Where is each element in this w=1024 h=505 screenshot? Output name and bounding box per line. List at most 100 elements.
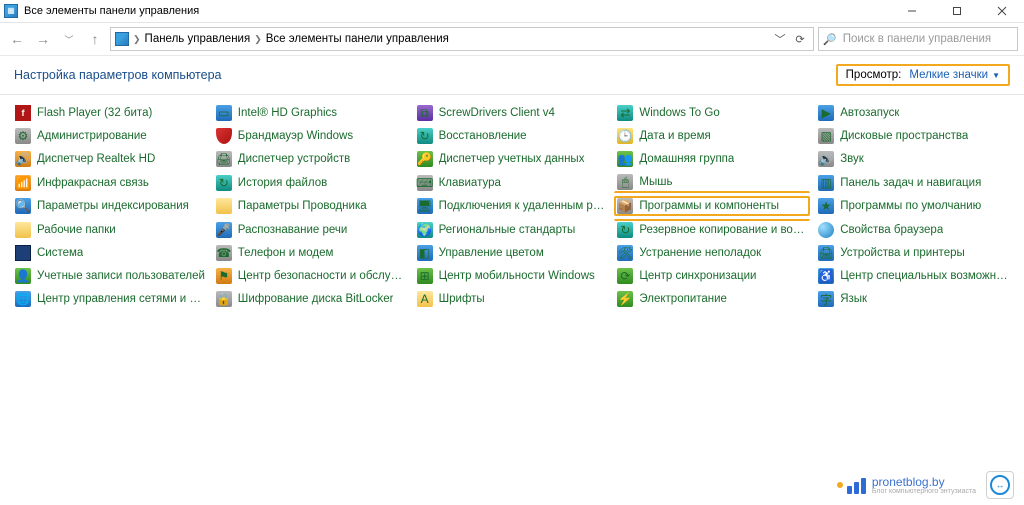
control-panel-item[interactable]: ⚙ Администрирование xyxy=(12,126,208,146)
control-panel-item[interactable]: fFlash Player (32 бита) xyxy=(12,103,208,123)
window-title: Все элементы панели управления xyxy=(24,5,199,17)
view-value[interactable]: Мелкие значки ▼ xyxy=(909,69,1000,81)
maximize-button[interactable] xyxy=(934,0,979,22)
control-panel-item[interactable]: 字Язык xyxy=(815,289,1011,309)
control-panel-item[interactable]: ↻Резервное копирование и восстан... xyxy=(614,219,810,240)
control-panel-item[interactable]: ⇄Windows To Go xyxy=(614,103,810,123)
forward-button[interactable]: → xyxy=(32,28,54,50)
close-button[interactable] xyxy=(979,0,1024,22)
item-icon: 🖱 xyxy=(617,174,633,190)
item-label: Подключения к удаленным рабоч... xyxy=(439,200,607,212)
breadcrumb[interactable]: ❯ Панель управления ❯ Все элементы панел… xyxy=(110,27,814,51)
control-panel-item[interactable]: ⌨ Клавиатура xyxy=(414,172,610,193)
control-panel-item[interactable]: ⚡Электропитание xyxy=(614,289,810,309)
item-icon: ⚙ xyxy=(15,128,31,144)
control-panel-item[interactable]: 🖱Мышь xyxy=(614,172,810,193)
up-button[interactable]: ↑ xyxy=(84,28,106,50)
control-panel-item[interactable]: ▭Intel® HD Graphics xyxy=(213,103,409,123)
item-icon: 🎤 xyxy=(216,222,232,238)
item-label: ScrewDrivers Client v4 xyxy=(439,107,555,119)
control-panel-item[interactable]: 🖨Устройства и принтеры xyxy=(815,243,1011,263)
watermark-text: pronetblog.by xyxy=(872,476,976,488)
addressbar: ← → ﹀ ↑ ❯ Панель управления ❯ Все элемен… xyxy=(0,23,1024,56)
control-panel-item[interactable]: ▶Автозапуск xyxy=(815,103,1011,123)
control-panel-item[interactable]: Параметры Проводника xyxy=(213,196,409,216)
view-label: Просмотр: xyxy=(846,69,902,81)
control-panel-item[interactable]: Рабочие папки xyxy=(12,219,208,240)
item-label: Распознавание речи xyxy=(238,224,348,236)
control-panel-item[interactable]: ☎Телефон и модем xyxy=(213,243,409,263)
control-panel-item[interactable]: ⟳Центр синхронизации xyxy=(614,266,810,286)
control-panel-item[interactable]: ⧉ScrewDrivers Client v4 xyxy=(414,103,610,123)
control-panel-item[interactable]: ♿Центр специальных возможностей xyxy=(815,266,1011,286)
address-dropdown-button[interactable]: ﹀ xyxy=(771,30,789,48)
item-label: Восстановление xyxy=(439,130,527,142)
item-label: Дата и время xyxy=(639,130,710,142)
item-label: Домашняя группа xyxy=(639,153,734,165)
item-icon: ⇄ xyxy=(617,105,633,121)
search-box[interactable]: 🔍 xyxy=(818,27,1018,51)
item-icon: ⌨ xyxy=(417,175,433,191)
item-icon: 🔊 xyxy=(15,151,31,167)
control-panel-item[interactable]: 🔍Параметры индексирования xyxy=(12,196,208,216)
breadcrumb-segment[interactable]: Все элементы панели управления xyxy=(266,33,449,45)
control-panel-item[interactable]: 🔊Звук xyxy=(815,149,1011,169)
control-panel-item[interactable]: 🛠Устранение неполадок xyxy=(614,243,810,263)
control-panel-item[interactable]: Брандмауэр Windows xyxy=(213,126,409,146)
control-panel-item[interactable]: ▧Дисковые пространства xyxy=(815,126,1011,146)
item-label: Центр синхронизации xyxy=(639,270,756,282)
item-icon: 🕒 xyxy=(617,128,633,144)
control-panel-item[interactable]: ↻История файлов xyxy=(213,172,409,193)
item-icon xyxy=(15,245,31,261)
back-button[interactable]: ← xyxy=(6,28,28,50)
item-icon: ◧ xyxy=(417,245,433,261)
control-panel-item[interactable]: 🔑Диспетчер учетных данных xyxy=(414,149,610,169)
control-panel-item[interactable]: Система xyxy=(12,243,208,263)
minimize-button[interactable] xyxy=(889,0,934,22)
control-panel-item[interactable]: 📦Программы и компоненты xyxy=(614,196,810,216)
control-panel-item[interactable]: ↻Восстановление xyxy=(414,126,610,146)
control-panel-item[interactable]: 👤Учетные записи пользователей xyxy=(12,266,208,286)
control-panel-item[interactable]: ▥Панель задач и навигация xyxy=(815,172,1011,193)
item-icon: 👥 xyxy=(617,151,633,167)
chevron-right-icon: ❯ xyxy=(133,34,141,45)
control-panel-item[interactable]: ⊞Центр мобильности Windows xyxy=(414,266,610,286)
search-input[interactable] xyxy=(841,32,1013,46)
control-panel-item[interactable]: 🔊 Диспетчер Realtek HD xyxy=(12,149,208,169)
control-panel-item[interactable]: 🕒 Дата и время xyxy=(614,126,810,146)
control-panel-item[interactable]: 🌐Центр управления сетями и общи... xyxy=(12,289,208,309)
control-panel-item[interactable]: ◧Управление цветом xyxy=(414,243,610,263)
breadcrumb-segment[interactable]: Панель управления xyxy=(145,33,251,45)
item-icon: ⚡ xyxy=(617,291,633,307)
item-label: Администрирование xyxy=(37,130,147,142)
recent-locations-button[interactable]: ﹀ xyxy=(58,28,80,50)
app-icon: ▦ xyxy=(4,4,18,18)
view-selector[interactable]: Просмотр: Мелкие значки ▼ xyxy=(836,64,1010,86)
item-label: Устройства и принтеры xyxy=(840,247,965,259)
control-panel-item[interactable]: 📶Инфракрасная связь xyxy=(12,172,208,193)
item-label: Центр управления сетями и общи... xyxy=(37,293,205,305)
item-label: Клавиатура xyxy=(439,177,501,189)
control-panel-item[interactable]: 🎤 Распознавание речи xyxy=(213,219,409,240)
item-label: Центр специальных возможностей xyxy=(840,270,1008,282)
control-panel-item[interactable]: Свойства браузера xyxy=(815,219,1011,240)
control-panel-item[interactable]: 🖨Диспетчер устройств xyxy=(213,149,409,169)
titlebar: ▦ Все элементы панели управления xyxy=(0,0,1024,23)
control-panel-item[interactable]: 🌍Региональные стандарты xyxy=(414,219,610,240)
item-icon: 🖨 xyxy=(216,151,232,167)
item-icon: ⚑ xyxy=(216,268,232,284)
control-panel-item[interactable]: 👥 Домашняя группа xyxy=(614,149,810,169)
control-panel-item[interactable]: ★Программы по умолчанию xyxy=(815,196,1011,216)
item-label: Диспетчер учетных данных xyxy=(439,153,585,165)
control-panel-item[interactable]: 🖥Подключения к удаленным рабоч... xyxy=(414,196,610,216)
item-icon: 🛠 xyxy=(617,245,633,261)
item-label: Диспетчер Realtek HD xyxy=(37,153,155,165)
item-label: Intel® HD Graphics xyxy=(238,107,337,119)
control-panel-item[interactable]: ⚑ Центр безопасности и обслужива... xyxy=(213,266,409,286)
search-icon: 🔍 xyxy=(823,33,837,46)
item-icon xyxy=(15,222,31,238)
refresh-button[interactable]: ⟳ xyxy=(791,30,809,48)
control-panel-item[interactable]: 🔒Шифрование диска BitLocker xyxy=(213,289,409,309)
control-panel-item[interactable]: AШрифты xyxy=(414,289,610,309)
item-label: Центр безопасности и обслужива... xyxy=(238,270,406,282)
